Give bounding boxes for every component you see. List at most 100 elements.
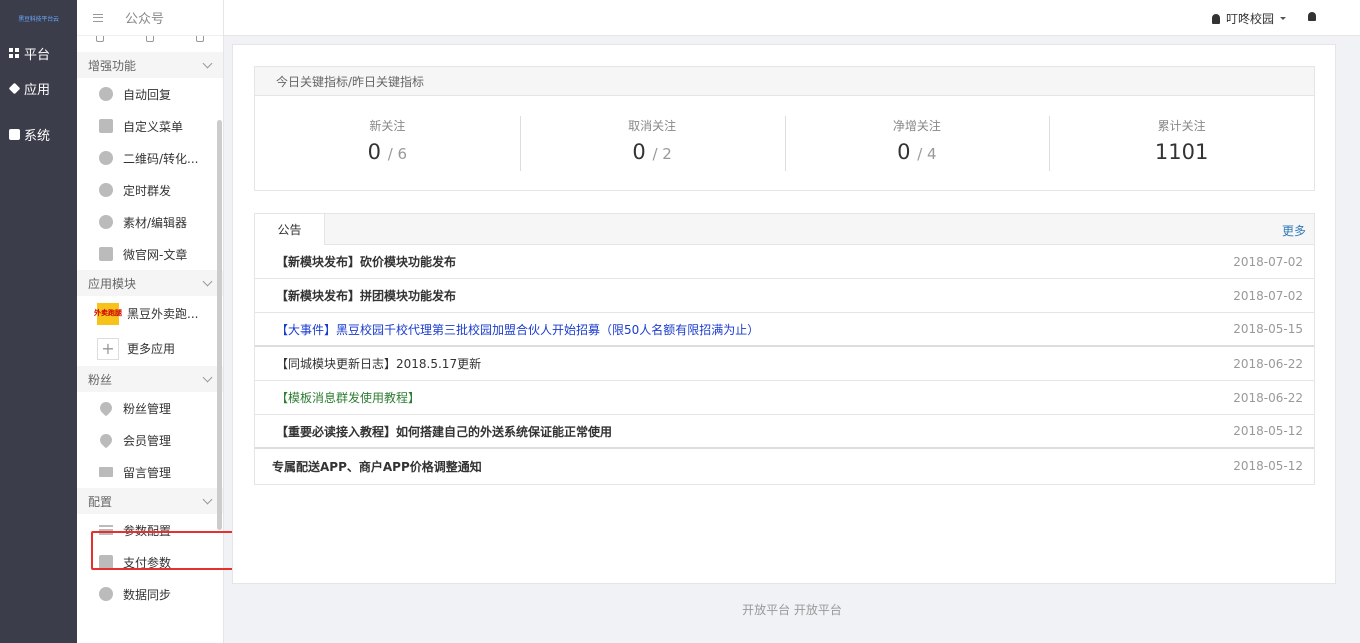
group-label: 粉丝 xyxy=(88,372,113,387)
chevron-down-icon xyxy=(202,372,213,382)
footer: 开放平台 开放平台 xyxy=(742,603,842,617)
notice-row[interactable]: 【重要必读接入教程】如何搭建自己的外送系统保证能正常使用 2018-05-12 xyxy=(255,415,1314,449)
takeaway-app-logo: 外卖跑腿 xyxy=(94,302,122,325)
sidebar-item-scheduled-send[interactable]: 定时群发 xyxy=(77,174,223,206)
stat-today: 0 xyxy=(632,140,646,164)
sidebar-item-label: 自动回复 xyxy=(123,87,172,102)
sidebar-item-microsite[interactable]: 微官网-文章 xyxy=(77,238,223,270)
sidebar-item-more-apps[interactable]: + 更多应用 xyxy=(77,331,223,366)
collapse-menu-icon[interactable] xyxy=(93,13,103,22)
notice-title[interactable]: 【重要必读接入教程】如何搭建自己的外送系统保证能正常使用 xyxy=(276,423,612,440)
nav-item-label: 平台 xyxy=(24,48,51,63)
stat-today: 0 xyxy=(897,140,911,164)
pencil-icon xyxy=(99,215,113,229)
stat-net-follow: 净增关注 0 / 4 xyxy=(784,96,1050,191)
bell-icon[interactable] xyxy=(1308,12,1316,21)
logo: 黑豆科技平台云 xyxy=(18,15,59,23)
mail-icon xyxy=(99,467,113,477)
clock-icon xyxy=(99,183,113,197)
user-menu[interactable]: 叮咚校园 xyxy=(1211,10,1286,27)
stat-new-follow: 新关注 0 / 6 xyxy=(255,96,520,191)
sidebar-item-materials[interactable]: 素材/编辑器 xyxy=(77,206,223,238)
nav-item-label: 应用 xyxy=(24,83,51,98)
notice-title[interactable]: 专属配送APP、商户APP价格调整通知 xyxy=(272,458,482,475)
group-enhanced[interactable]: 增强功能 xyxy=(77,52,223,78)
more-link[interactable]: 更多 xyxy=(1282,222,1306,239)
notice-date: 2018-07-02 xyxy=(1233,288,1303,303)
nav-item-system[interactable]: 系统 xyxy=(0,117,77,152)
home-icon xyxy=(99,247,113,261)
stat-yesterday: / 6 xyxy=(387,145,408,163)
sidebar-title: 公众号 xyxy=(125,12,165,27)
stat-label: 新关注 xyxy=(369,119,406,133)
top-header: 叮咚校园 xyxy=(224,0,1360,36)
stat-today: 0 xyxy=(367,140,382,164)
sidebar-item-custom-menu[interactable]: 自定义菜单 xyxy=(77,110,223,142)
heart-icon xyxy=(97,399,115,417)
notice-row[interactable]: 【新模块发布】砍价模块功能发布 2018-07-02 xyxy=(255,245,1314,279)
stat-today: 1101 xyxy=(1154,140,1209,164)
group-app-modules[interactable]: 应用模块 xyxy=(77,270,223,296)
group-label: 应用模块 xyxy=(88,276,137,291)
phone-icon[interactable] xyxy=(96,36,104,42)
sidebar-item-label: 会员管理 xyxy=(123,433,172,448)
notice-title[interactable]: 【同城模块更新日志】2018.5.17更新 xyxy=(276,355,481,372)
main-nav-rail: 黑豆科技平台云 平台 应用 系统 xyxy=(0,0,77,643)
notice-row[interactable]: 专属配送APP、商户APP价格调整通知 2018-05-12 xyxy=(255,449,1314,483)
stat-label: 净增关注 xyxy=(892,119,941,133)
sidebar-item-fans-management[interactable]: 粉丝管理 xyxy=(77,392,223,424)
sidebar-header: 公众号 xyxy=(77,0,223,36)
user-name: 叮咚校园 xyxy=(1225,12,1274,26)
sidebar-scrollbar[interactable] xyxy=(217,120,222,530)
gear-icon[interactable] xyxy=(146,36,154,42)
caret-down-icon xyxy=(1280,17,1286,20)
sidebar-item-label: 二维码/转化... xyxy=(123,151,199,166)
notice-date: 2018-05-12 xyxy=(1233,459,1303,473)
sidebar-item-data-sync[interactable]: 数据同步 xyxy=(77,578,223,610)
sidebar-item-label: 自定义菜单 xyxy=(123,119,184,134)
stat-label: 取消关注 xyxy=(628,119,677,133)
notice-row[interactable]: 【大事件】黑豆校园千校代理第三批校园加盟合伙人开始招募（限50人名额有限招满为止… xyxy=(255,313,1314,347)
notice-title[interactable]: 【新模块发布】砍价模块功能发布 xyxy=(276,253,456,270)
sidebar-item-takeaway-app[interactable]: 外卖跑腿 黑豆外卖跑... xyxy=(77,296,223,331)
sidebar-item-label: 粉丝管理 xyxy=(123,401,172,416)
notice-row[interactable]: 【同城模块更新日志】2018.5.17更新 2018-06-22 xyxy=(255,347,1314,381)
notice-title[interactable]: 【新模块发布】拼团模块功能发布 xyxy=(276,287,456,304)
sync-icon xyxy=(99,587,113,601)
sidebar-item-message-management[interactable]: 留言管理 xyxy=(77,456,223,488)
notice-date: 2018-06-22 xyxy=(1233,390,1303,405)
group-fans[interactable]: 粉丝 xyxy=(77,366,223,392)
tab-notice[interactable]: 公告 xyxy=(255,214,325,245)
main-panel: 今日关键指标/昨日关键指标 新关注 0 / 6 取消关注 0 / 2 净增关注 … xyxy=(232,44,1336,584)
stats-title: 今日关键指标/昨日关键指标 xyxy=(255,67,1314,96)
notice-header: 公告 更多 xyxy=(255,214,1314,245)
nav-item-apps[interactable]: 应用 xyxy=(0,71,77,106)
group-label: 配置 xyxy=(88,494,113,509)
nav-item-platform[interactable]: 平台 xyxy=(0,36,77,71)
document-edit-icon xyxy=(99,119,113,133)
group-config[interactable]: 配置 xyxy=(77,488,223,514)
notice-date: 2018-05-12 xyxy=(1233,424,1303,438)
notice-date: 2018-07-02 xyxy=(1233,254,1303,269)
sidebar-item-qrcode[interactable]: 二维码/转化... xyxy=(77,142,223,174)
notice-row[interactable]: 【新模块发布】拼团模块功能发布 2018-07-02 xyxy=(255,279,1314,313)
refresh-icon[interactable] xyxy=(196,36,204,42)
sidebar-item-auto-reply[interactable]: 自动回复 xyxy=(77,78,223,110)
notice-row[interactable]: 【模板消息群发使用教程】 2018-06-22 xyxy=(255,381,1314,415)
stat-yesterday: / 2 xyxy=(652,145,672,163)
sidebar-item-label: 微官网-文章 xyxy=(123,247,188,262)
chevron-down-icon xyxy=(202,58,213,68)
sidebar-item-label: 素材/编辑器 xyxy=(123,215,188,230)
user-icon xyxy=(1211,13,1220,24)
notice-card: 公告 更多 【新模块发布】砍价模块功能发布 2018-07-02 【新模块发布】拼… xyxy=(254,213,1315,485)
sidebar-item-label: 定时群发 xyxy=(123,183,172,198)
grid-icon xyxy=(9,48,20,59)
stat-yesterday: / 4 xyxy=(917,145,937,163)
notice-title[interactable]: 【模板消息群发使用教程】 xyxy=(276,389,420,406)
heart-icon xyxy=(97,431,115,449)
sidebar-item-label: 留言管理 xyxy=(123,465,172,480)
sidebar-item-member-management[interactable]: 会员管理 xyxy=(77,424,223,456)
notice-title[interactable]: 【大事件】黑豆校园千校代理第三批校园加盟合伙人开始招募（限50人名额有限招满为止… xyxy=(276,321,759,338)
sidebar-item-label: 黑豆外卖跑... xyxy=(127,307,199,321)
chevron-down-icon xyxy=(202,494,213,504)
